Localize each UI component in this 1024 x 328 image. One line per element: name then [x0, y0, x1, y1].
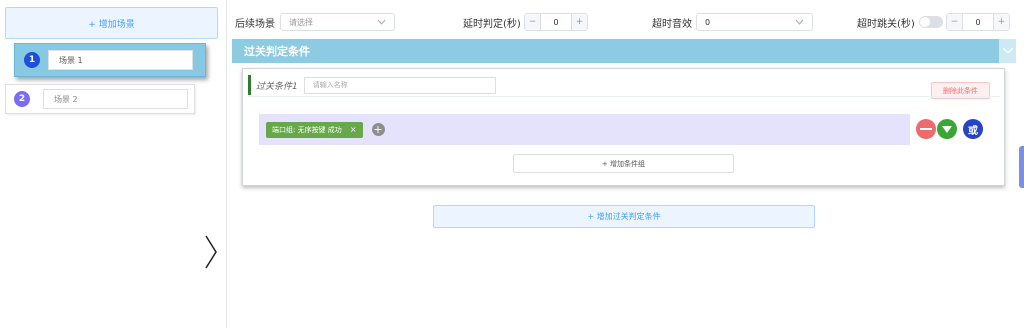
side-drawer-tab[interactable]	[1019, 146, 1024, 188]
timeout-jump-stepper[interactable]: − 0 +	[946, 13, 1010, 31]
delay-stepper[interactable]: − 0 +	[524, 13, 588, 31]
condition-tag[interactable]: 端口组: 无序按键 成功 ×	[266, 121, 363, 138]
scene-name-input[interactable]: 场景 1	[48, 50, 193, 70]
group-actions: 或	[916, 119, 983, 139]
app-root: + 增加场景 1 场景 1 2 场景 2 后续场景 请选择 延时判定(秒) − …	[0, 0, 1024, 328]
timeout-sound-value: 0	[705, 17, 711, 27]
condition-header: 过关条件1 请输入名称 删除此条件	[248, 75, 1000, 99]
timeout-jump-label: 超时跳关(秒)	[857, 19, 915, 30]
condition-group-row: 端口组: 无序按键 成功 × +	[259, 114, 910, 145]
triangle-down-circle-icon[interactable]	[937, 119, 957, 139]
condition-name-input[interactable]: 请输入名称	[303, 76, 496, 94]
delay-label: 延时判定(秒)	[463, 19, 521, 30]
scene-settings-toolbar: 后续场景 请选择 延时判定(秒) − 0 + 超时音效 0 超时跳关(秒) − …	[227, 0, 1024, 38]
scene-number-badge: 2	[14, 91, 30, 107]
add-condition-item-button[interactable]: +	[371, 123, 385, 136]
chevron-down-icon	[795, 17, 804, 29]
condition-card: 过关条件1 请输入名称 删除此条件 端口组: 无序按键 成功 × + 或 + 增…	[242, 68, 1005, 186]
chevron-down-icon[interactable]	[999, 39, 1016, 63]
condition-title: 过关条件1	[256, 81, 298, 92]
scene-item-1[interactable]: 1 场景 1	[14, 43, 206, 77]
minus-circle-icon[interactable]	[916, 119, 936, 139]
increment-button[interactable]: +	[571, 14, 587, 30]
increment-button[interactable]: +	[993, 14, 1009, 30]
or-button[interactable]: 或	[963, 119, 983, 139]
header-divider	[248, 96, 1000, 97]
scene-name-input[interactable]: 场景 2	[43, 89, 188, 109]
condition-tag-label: 端口组: 无序按键 成功	[272, 125, 342, 134]
timeout-sound-select[interactable]: 0	[696, 13, 813, 31]
switch-knob	[920, 17, 930, 27]
section-header[interactable]: 过关判定条件	[232, 39, 999, 63]
scene-number-badge: 1	[24, 52, 40, 68]
next-scene-select[interactable]: 请选择	[280, 13, 395, 31]
scene-sidebar: + 增加场景 1 场景 1 2 场景 2	[0, 0, 227, 328]
chevron-right-icon[interactable]	[200, 233, 222, 271]
delay-value[interactable]: 0	[541, 14, 571, 30]
timeout-jump-value[interactable]: 0	[963, 14, 993, 30]
next-scene-placeholder: 请选择	[289, 17, 313, 27]
decrement-button[interactable]: −	[947, 14, 963, 30]
scene-item-2[interactable]: 2 场景 2	[5, 84, 195, 114]
chevron-down-icon	[377, 17, 386, 29]
timeout-jump-switch[interactable]	[919, 16, 943, 28]
timeout-sound-label: 超时音效	[652, 19, 692, 30]
decrement-button[interactable]: −	[525, 14, 541, 30]
add-scene-button[interactable]: + 增加场景	[5, 7, 218, 39]
section-title: 过关判定条件	[244, 45, 310, 58]
close-icon[interactable]: ×	[350, 125, 357, 134]
add-condition-group-button[interactable]: + 增加条件组	[513, 154, 734, 173]
add-pass-condition-button[interactable]: + 增加过关判定条件	[433, 205, 815, 228]
next-scene-label: 后续场景	[235, 19, 275, 30]
